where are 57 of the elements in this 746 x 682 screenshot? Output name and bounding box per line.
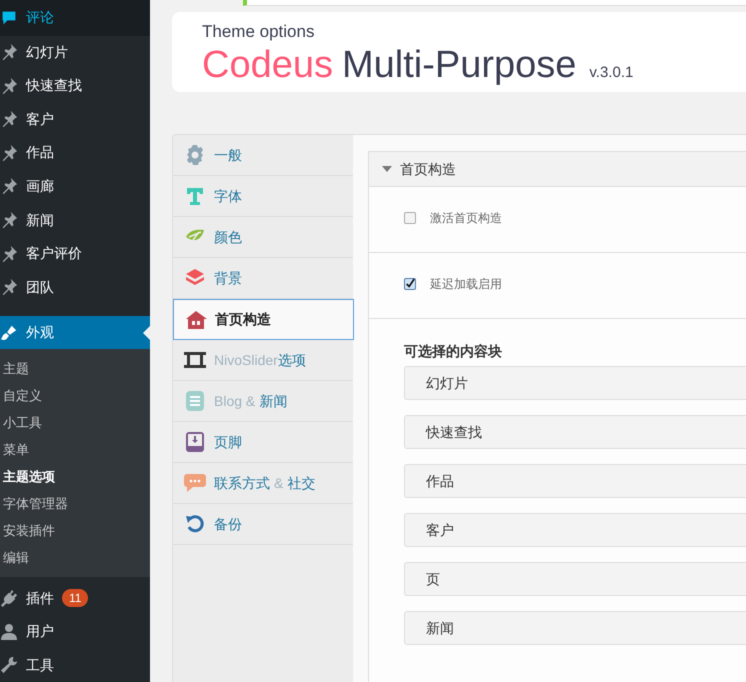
layers-icon [184, 268, 206, 288]
content-block-item[interactable]: 快速查找 [404, 415, 746, 449]
content-block-item[interactable]: 作品 [404, 464, 746, 498]
pin-icon [0, 244, 18, 263]
user-icon [0, 622, 18, 641]
submenu-item[interactable]: 字体管理器 [0, 490, 150, 518]
sidebar-menu-item[interactable]: 外观 [0, 316, 150, 350]
content-block-item[interactable]: 客户 [404, 513, 746, 547]
settings-tab[interactable]: 页脚 [173, 422, 353, 463]
pin-icon [0, 211, 18, 230]
pin-icon [0, 144, 18, 162]
pin-icon [0, 278, 18, 296]
speech-bubble-icon [184, 473, 206, 493]
undo-icon [184, 514, 206, 534]
checkbox[interactable] [404, 212, 416, 224]
submenu-item[interactable]: 主题选项 [0, 463, 150, 490]
count-badge: 11 [62, 589, 88, 608]
wrench-icon [0, 656, 18, 674]
submenu-item[interactable]: 编辑 [0, 544, 150, 572]
blocks-heading: 可选择的内容块 [404, 342, 503, 361]
brand-name: Codeus [202, 43, 333, 88]
settings-tab[interactable]: Blog & 新闻 [173, 381, 353, 422]
submenu-item[interactable]: 主题 [0, 355, 150, 382]
house-icon [185, 310, 207, 328]
option-label: 延迟加载启用 [430, 276, 502, 292]
brush-icon [0, 324, 18, 342]
submenu-item[interactable]: 自定义 [0, 382, 150, 410]
settings-tab[interactable]: 一般 [173, 135, 353, 176]
letter-t-icon [184, 186, 206, 206]
content-block-item[interactable]: 页 [404, 562, 746, 596]
settings-tab[interactable]: 联系方式 & 社交 [173, 463, 353, 504]
pin-icon [0, 43, 18, 62]
settings-tab[interactable]: NivoSlider选项 [173, 340, 353, 381]
version-label: v.3.0.1 [589, 63, 634, 83]
subtitle: Theme options [202, 22, 314, 42]
option-label: 激活首页构造 [430, 210, 502, 226]
content-block-item[interactable]: 新闻 [404, 611, 746, 645]
collapse-triangle-icon [382, 166, 392, 172]
film-strip-icon [184, 352, 206, 368]
sidebar-menu-item[interactable]: 评论 [0, 0, 150, 36]
document-icon [184, 391, 206, 411]
comment-icon [0, 10, 18, 26]
pin-icon [0, 76, 18, 95]
submenu-item[interactable]: 小工具 [0, 409, 150, 436]
gear-icon [184, 145, 206, 165]
checkbox[interactable] [404, 278, 416, 290]
product-name: Multi-Purpose [342, 43, 576, 88]
submenu-item[interactable]: 安装插件 [0, 517, 150, 544]
pin-icon [0, 177, 18, 196]
section-header[interactable]: 首页构造 [369, 152, 746, 187]
content-block-item[interactable]: 幻灯片 [404, 366, 746, 400]
download-box-icon [184, 432, 206, 452]
current-pointer-icon [143, 326, 150, 340]
plug-icon [0, 589, 18, 608]
settings-tab[interactable]: 首页构造 [173, 299, 354, 340]
submenu-item[interactable]: 菜单 [0, 436, 150, 464]
pin-icon [0, 110, 18, 128]
